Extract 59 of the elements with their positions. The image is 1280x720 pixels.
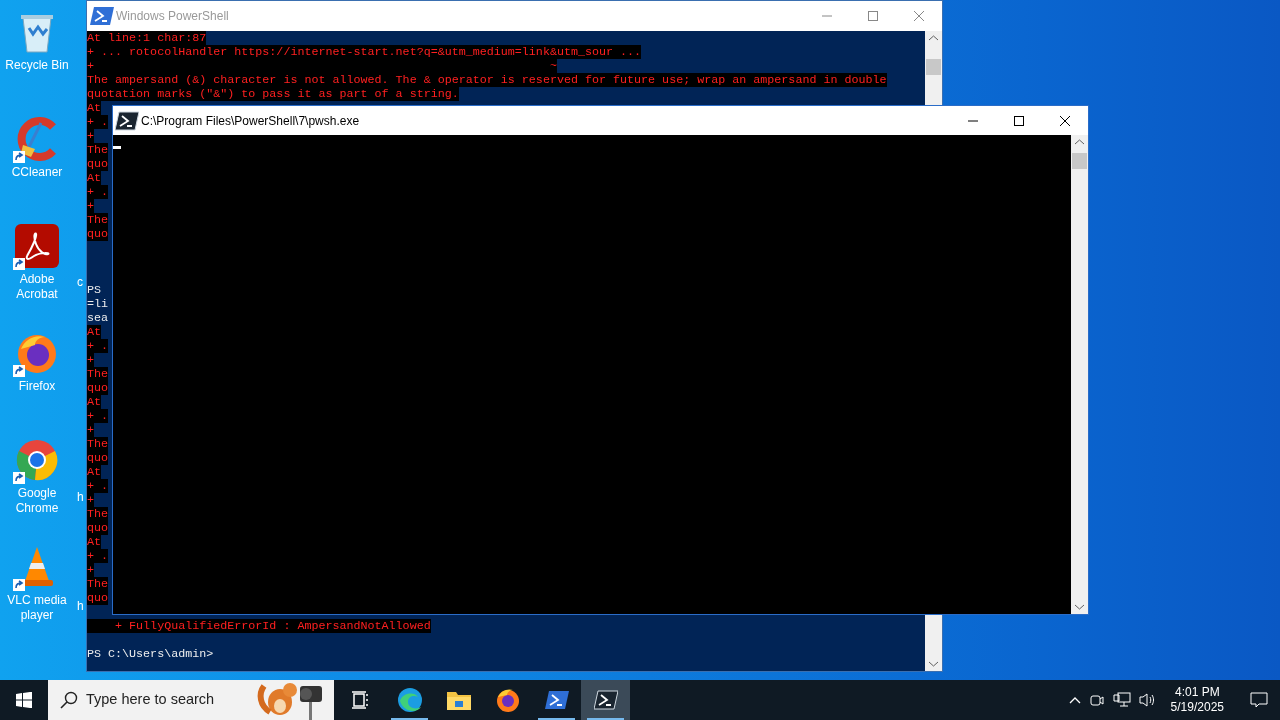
desktop-icon[interactable]: VLC media player [0, 543, 74, 650]
running-indicator [538, 718, 575, 720]
ccleaner-icon [15, 117, 59, 161]
chrome-icon [15, 438, 59, 482]
desktop-icon-label: h [77, 490, 84, 505]
desktop-icon-label: Firefox [17, 379, 57, 394]
windows-logo-icon [16, 692, 32, 708]
running-indicator [391, 718, 428, 720]
scroll-up-icon [929, 35, 938, 41]
maximize-icon [1014, 115, 1024, 126]
scrollbar-thumb[interactable] [1072, 153, 1087, 169]
desktop-icon-label: Adobe Acrobat [15, 272, 59, 302]
running-indicator [587, 718, 624, 720]
clock-date: 5/19/2025 [1170, 700, 1224, 715]
firefox-icon [494, 687, 521, 713]
desktop-icon[interactable]: Firefox [0, 329, 74, 436]
acrobat-icon [15, 224, 59, 268]
console-line: PS C:\Users\admin> [87, 647, 214, 661]
text-cursor [113, 146, 121, 149]
scrollbar[interactable] [925, 614, 942, 671]
volume-icon [1138, 692, 1157, 708]
search-field[interactable]: Type here to search [48, 680, 334, 720]
desktop-icon[interactable]: Google Chrome [0, 436, 74, 543]
close-icon [1060, 115, 1070, 126]
chevron-up-icon [1068, 696, 1081, 704]
desktop-icon[interactable]: CCleaner [0, 115, 74, 222]
clock-time: 4:01 PM [1174, 685, 1220, 700]
desktop-icon-label: c [77, 275, 83, 290]
scrollbar-thumb[interactable] [926, 59, 941, 75]
maximize-icon [868, 11, 878, 21]
desktop-icon-label: VLC media player [6, 593, 68, 623]
desktop-icon-label: CCleaner [10, 165, 64, 180]
scroll-up-icon [1075, 139, 1084, 145]
search-placeholder: Type here to search [86, 690, 215, 710]
notification-icon [1250, 692, 1268, 708]
desktop-icon[interactable]: Recycle Bin [0, 8, 74, 115]
scroll-down-icon [929, 661, 938, 667]
folder-icon [445, 689, 472, 711]
console-line: sea [87, 311, 109, 325]
scrollbar[interactable] [1071, 135, 1088, 614]
powershell-icon [544, 690, 569, 710]
window-title: C:\Program Files\PowerShell\7\pwsh.exe [141, 112, 361, 130]
search-icon [60, 691, 78, 709]
taskbar-app-button[interactable] [581, 680, 630, 720]
desktop-icon[interactable]: Adobe Acrobat [0, 222, 74, 329]
camera-icon [1088, 692, 1105, 708]
window-title: Windows PowerShell [116, 8, 230, 25]
terminal-icon [593, 690, 618, 710]
console-line: PS [87, 283, 102, 297]
edge-icon [396, 687, 423, 713]
desktop-icon-label: Google Chrome [14, 486, 60, 516]
network-icon [1112, 692, 1131, 708]
desktop-icon-label: Recycle Bin [4, 58, 70, 73]
close-icon [914, 11, 924, 21]
scrollbar[interactable] [925, 31, 942, 105]
desktop-icon-label: h [77, 599, 84, 614]
task-view-icon [350, 690, 371, 710]
scroll-down-icon [1075, 604, 1084, 610]
console-line: =li [87, 297, 109, 311]
